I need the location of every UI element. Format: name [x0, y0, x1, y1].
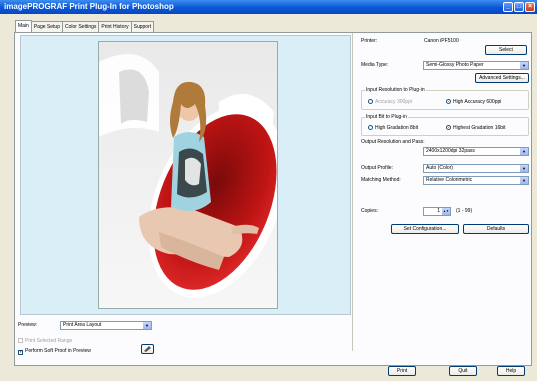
preview-select[interactable]: Print Area Layout ▼: [60, 321, 152, 330]
tab-color-settings[interactable]: Color Settings: [61, 21, 100, 32]
copies-label: Copies:: [361, 208, 378, 214]
output-profile-select[interactable]: Auto (Color) ▼: [423, 164, 529, 173]
print-selected-range-checkbox[interactable]: Print Selected Range: [18, 338, 72, 344]
radio-highest-gradation-16bit[interactable]: Highest Gradation 16bit: [446, 125, 506, 131]
tab-main[interactable]: Main: [15, 20, 32, 32]
input-bit-group: Input Bit to Plug-in High Gradation 8bit…: [361, 114, 529, 136]
printer-label: Printer:: [361, 38, 378, 44]
output-profile-value: Auto (Color): [426, 165, 453, 171]
chevron-down-icon: ▼: [520, 62, 528, 69]
chevron-down-icon: ▼: [143, 322, 151, 329]
soft-proof-settings-button[interactable]: [141, 344, 154, 354]
output-resolution-label: Output Resolution and Pass:: [361, 139, 425, 145]
quit-button[interactable]: Quit: [449, 366, 477, 376]
media-type-label: Media Type:: [361, 62, 389, 68]
radio-accuracy-300-label: Accuracy 300ppi: [375, 99, 412, 105]
photo-illustration: [99, 42, 277, 308]
radio-dot-icon: [368, 125, 373, 130]
print-button[interactable]: Print: [388, 366, 416, 376]
tab-support[interactable]: Support: [130, 21, 155, 32]
print-selected-range-label: Print Selected Range: [25, 338, 73, 344]
perform-soft-proof-label: Perform Soft Proof in Preview: [25, 348, 91, 354]
copies-value: 1: [437, 208, 440, 214]
copies-range: (1 - 99): [456, 208, 473, 214]
input-resolution-title: Input Resolution to Plug-in: [365, 87, 426, 93]
input-bit-title: Input Bit to Plug-in: [365, 114, 408, 120]
preview-label: Preview:: [18, 322, 38, 328]
advanced-settings-button[interactable]: Advanced Settings...: [475, 73, 529, 83]
tab-bar: Main Page Setup Color Settings Print His…: [15, 20, 155, 32]
radio-8bit-label: High Gradation 8bit: [375, 125, 419, 131]
chevron-down-icon: ▼: [520, 165, 528, 172]
media-type-select[interactable]: Semi-Glossy Photo Paper ▼: [423, 61, 529, 70]
radio-accuracy-300[interactable]: Accuracy 300ppi: [368, 99, 412, 105]
radio-dot-icon: [446, 125, 451, 130]
radio-dot-icon: [368, 99, 373, 104]
plugin-window: imagePROGRAF Print Plug-In for Photoshop…: [0, 0, 537, 381]
maximize-icon[interactable]: □: [514, 2, 524, 12]
radio-high-accuracy-600-label: High Accuracy 600ppi: [453, 99, 502, 105]
spinner-arrows-icon[interactable]: ▲▼: [442, 208, 450, 215]
tab-page-setup[interactable]: Page Setup: [30, 21, 63, 32]
perform-soft-proof-checkbox[interactable]: ✓ Perform Soft Proof in Preview: [18, 348, 91, 355]
input-resolution-group: Input Resolution to Plug-in Accuracy 300…: [361, 87, 529, 110]
title-bar: imagePROGRAF Print Plug-In for Photoshop…: [0, 0, 537, 14]
matching-method-label: Matching Method:: [361, 177, 401, 183]
minimize-icon[interactable]: _: [503, 2, 513, 12]
printer-value: Canon iPF5100: [424, 38, 459, 44]
output-resolution-select[interactable]: 2400x1200dpi 32pass ▼: [423, 147, 529, 156]
preview-value: Print Area Layout: [63, 322, 102, 328]
media-type-value: Semi-Glossy Photo Paper: [426, 62, 484, 68]
select-printer-button[interactable]: Select: [485, 45, 527, 55]
defaults-button[interactable]: Defaults: [463, 224, 529, 234]
panel-divider: [352, 33, 353, 351]
matching-method-select[interactable]: Relative Colorimetric ▼: [423, 176, 529, 185]
preview-photo: [98, 41, 278, 309]
radio-16bit-label: Highest Gradation 16bit: [453, 125, 506, 131]
checkbox-icon: [18, 338, 23, 343]
radio-dot-icon: [446, 99, 451, 104]
output-resolution-value: 2400x1200dpi 32pass: [426, 148, 475, 154]
checkmark-icon: ✓: [18, 349, 24, 355]
help-button[interactable]: Help: [497, 366, 525, 376]
close-icon[interactable]: ×: [525, 2, 535, 12]
matching-method-value: Relative Colorimetric: [426, 177, 473, 183]
radio-high-gradation-8bit[interactable]: High Gradation 8bit: [368, 125, 418, 131]
eyedropper-icon: [144, 346, 151, 352]
copies-spinner[interactable]: 1 ▲▼: [423, 207, 451, 216]
radio-high-accuracy-600[interactable]: High Accuracy 600ppi: [446, 99, 501, 105]
window-title: imagePROGRAF Print Plug-In for Photoshop: [4, 2, 174, 11]
chevron-down-icon: ▼: [520, 177, 528, 184]
tab-print-history[interactable]: Print History: [98, 21, 132, 32]
output-profile-label: Output Profile:: [361, 165, 393, 171]
chevron-down-icon: ▼: [520, 148, 528, 155]
set-configuration-button[interactable]: Set Configuration...: [391, 224, 459, 234]
